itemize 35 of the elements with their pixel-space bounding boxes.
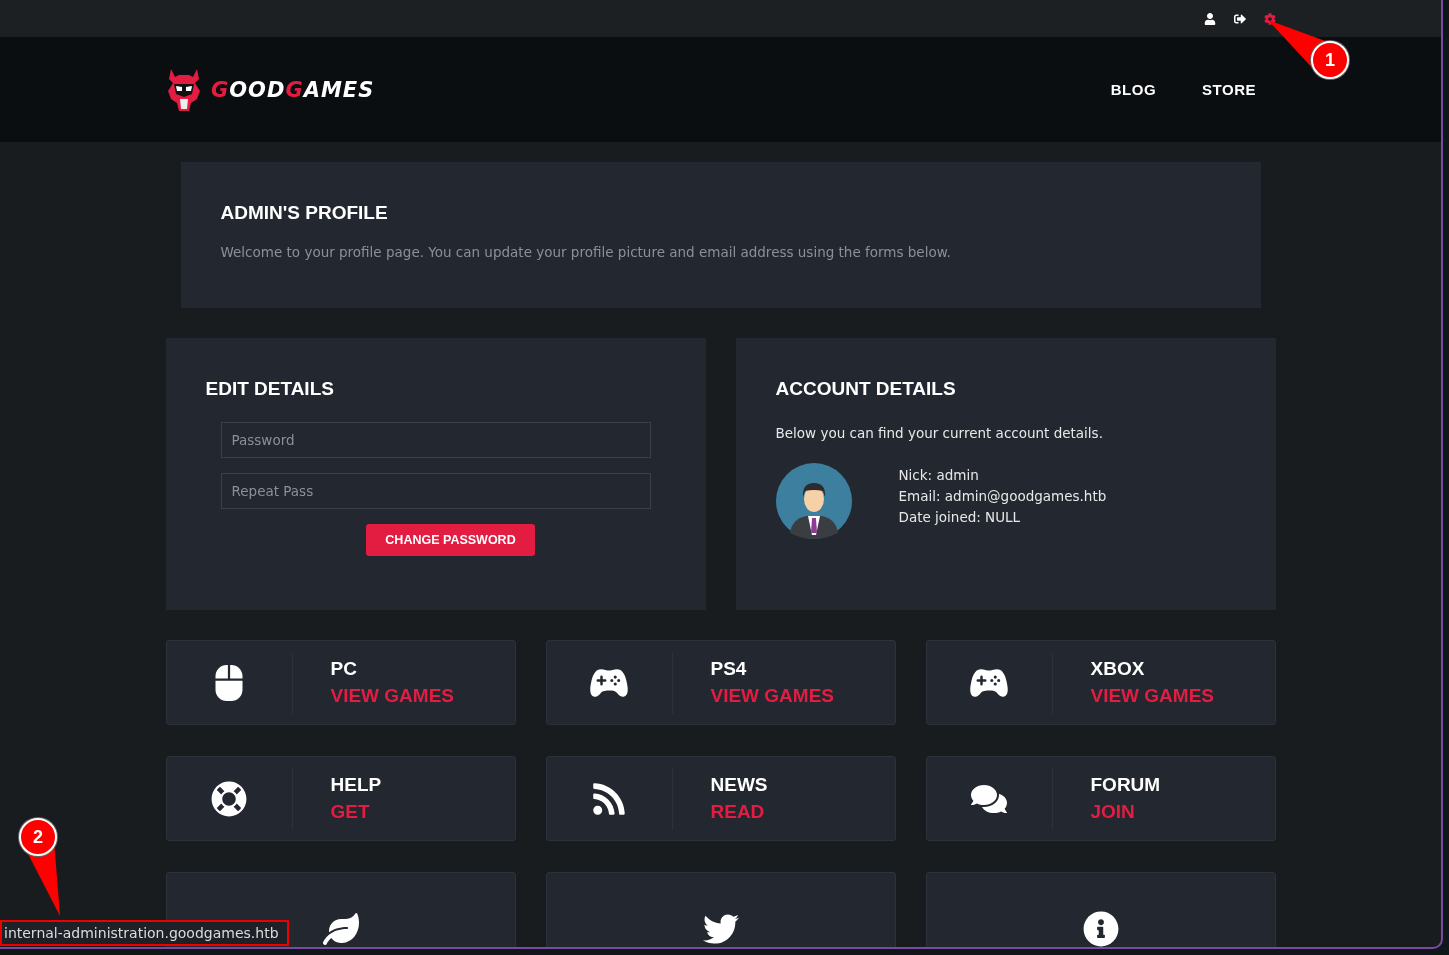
info-icon [1082, 911, 1119, 947]
category-title: PC [330, 658, 358, 680]
category-title: FORUM [1090, 774, 1161, 796]
profile-title: ADMIN'S PROFILE [220, 202, 389, 224]
leaf-icon [322, 911, 359, 947]
edit-details-title: EDIT DETAILS [205, 378, 335, 400]
nav-link[interactable]: STORE [1202, 81, 1256, 98]
change-password-button[interactable]: CHANGE PASSWORD [366, 524, 535, 556]
account-detail-line: Date joined: NULL [898, 509, 1022, 525]
logo-wordmark[interactable]: GOODGAMES [211, 77, 375, 102]
category-title: PS4 [710, 658, 748, 680]
category-tile[interactable]: FORUM JOIN [925, 756, 1276, 841]
category-title: HELP [330, 774, 382, 796]
rss-icon [591, 780, 627, 817]
lifebuoy-icon [211, 780, 247, 817]
password-field[interactable]: Repeat Pass [220, 473, 651, 509]
bird-icon [702, 911, 739, 947]
user-icon[interactable] [1204, 12, 1216, 25]
category-tile[interactable]: XBOX VIEW GAMES [925, 640, 1276, 725]
category-title: XBOX [1090, 658, 1146, 680]
link-url-tooltip: internal-administration.goodgames.htb [0, 920, 289, 946]
category-tile[interactable]: PS4 VIEW GAMES [545, 640, 896, 725]
category-tile[interactable]: HELP GET [165, 756, 516, 841]
category-tile[interactable]: NEWS READ [545, 756, 896, 841]
logout-icon[interactable] [1234, 12, 1246, 25]
profile-welcome-text: Welcome to your profile page. You can update your profile picture and email address using the forms below. [220, 244, 952, 260]
callout-badge: 2 [19, 818, 57, 856]
account-detail-line: Nick: admin [898, 467, 980, 483]
password-field[interactable]: Password [220, 422, 651, 458]
account-detail-line: Email: admin@goodgames.htb [898, 488, 1107, 504]
category-tile[interactable]: PC VIEW GAMES [165, 640, 516, 725]
nav-link[interactable]: BLOG [1110, 81, 1157, 98]
account-intro-text: Below you can find your current account details. [775, 425, 1104, 441]
account-details-title: ACCOUNT DETAILS [775, 378, 957, 400]
category-title: NEWS [710, 774, 768, 796]
